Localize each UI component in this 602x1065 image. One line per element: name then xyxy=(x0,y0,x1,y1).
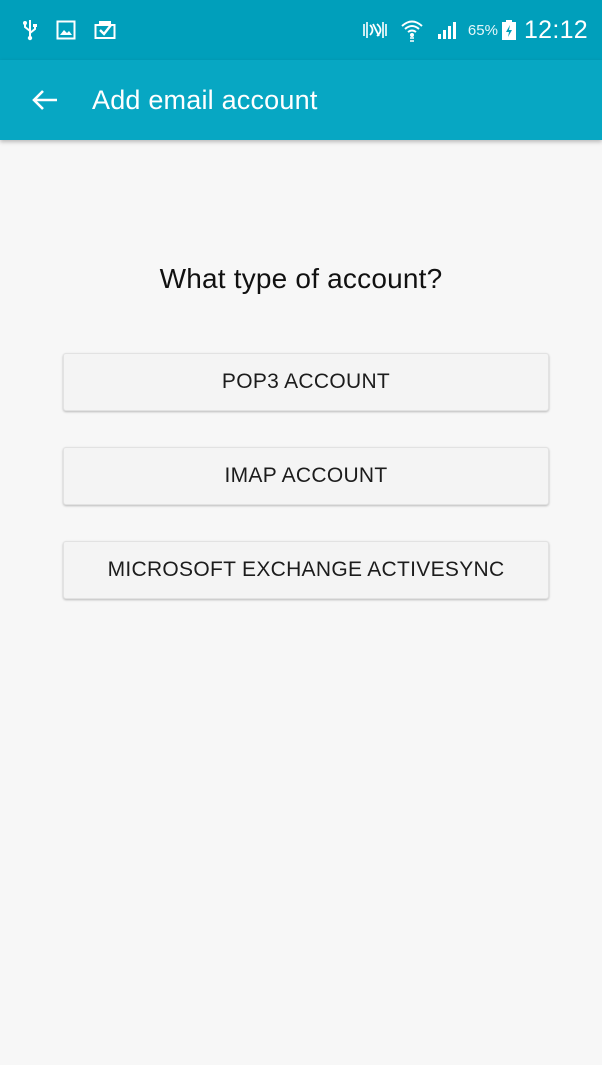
status-left-icons xyxy=(22,0,134,60)
exchange-activesync-label: MICROSOFT EXCHANGE ACTIVESYNC xyxy=(107,558,505,581)
status-right-icons: 65% 12:12 xyxy=(350,0,588,60)
status-time: 12:12 xyxy=(523,15,588,44)
imap-account-button[interactable]: IMAP ACCOUNT xyxy=(63,447,549,505)
pop3-account-button[interactable]: POP3 ACCOUNT xyxy=(63,353,549,411)
usb-icon xyxy=(22,19,38,41)
exchange-activesync-button[interactable]: MICROSOFT EXCHANGE ACTIVESYNC xyxy=(63,541,549,599)
nfc-icon xyxy=(362,20,388,40)
battery-charging-icon xyxy=(501,20,516,40)
arrow-left-icon xyxy=(31,88,59,112)
wifi-icon xyxy=(400,18,424,42)
main-content: What type of account? POP3 ACCOUNT IMAP … xyxy=(0,140,602,1065)
image-check-icon xyxy=(94,20,116,40)
app-bar: Add email account xyxy=(0,60,602,140)
page-title: Add email account xyxy=(92,84,318,115)
imap-account-label: IMAP ACCOUNT xyxy=(224,464,388,487)
back-button[interactable] xyxy=(20,75,70,125)
screenshot-icon xyxy=(56,20,76,40)
status-bar: 65% 12:12 xyxy=(0,0,602,60)
account-type-question: What type of account? xyxy=(159,263,443,294)
battery-percent: 65% xyxy=(467,21,498,39)
signal-icon xyxy=(436,20,458,40)
pop3-account-label: POP3 ACCOUNT xyxy=(221,370,391,393)
